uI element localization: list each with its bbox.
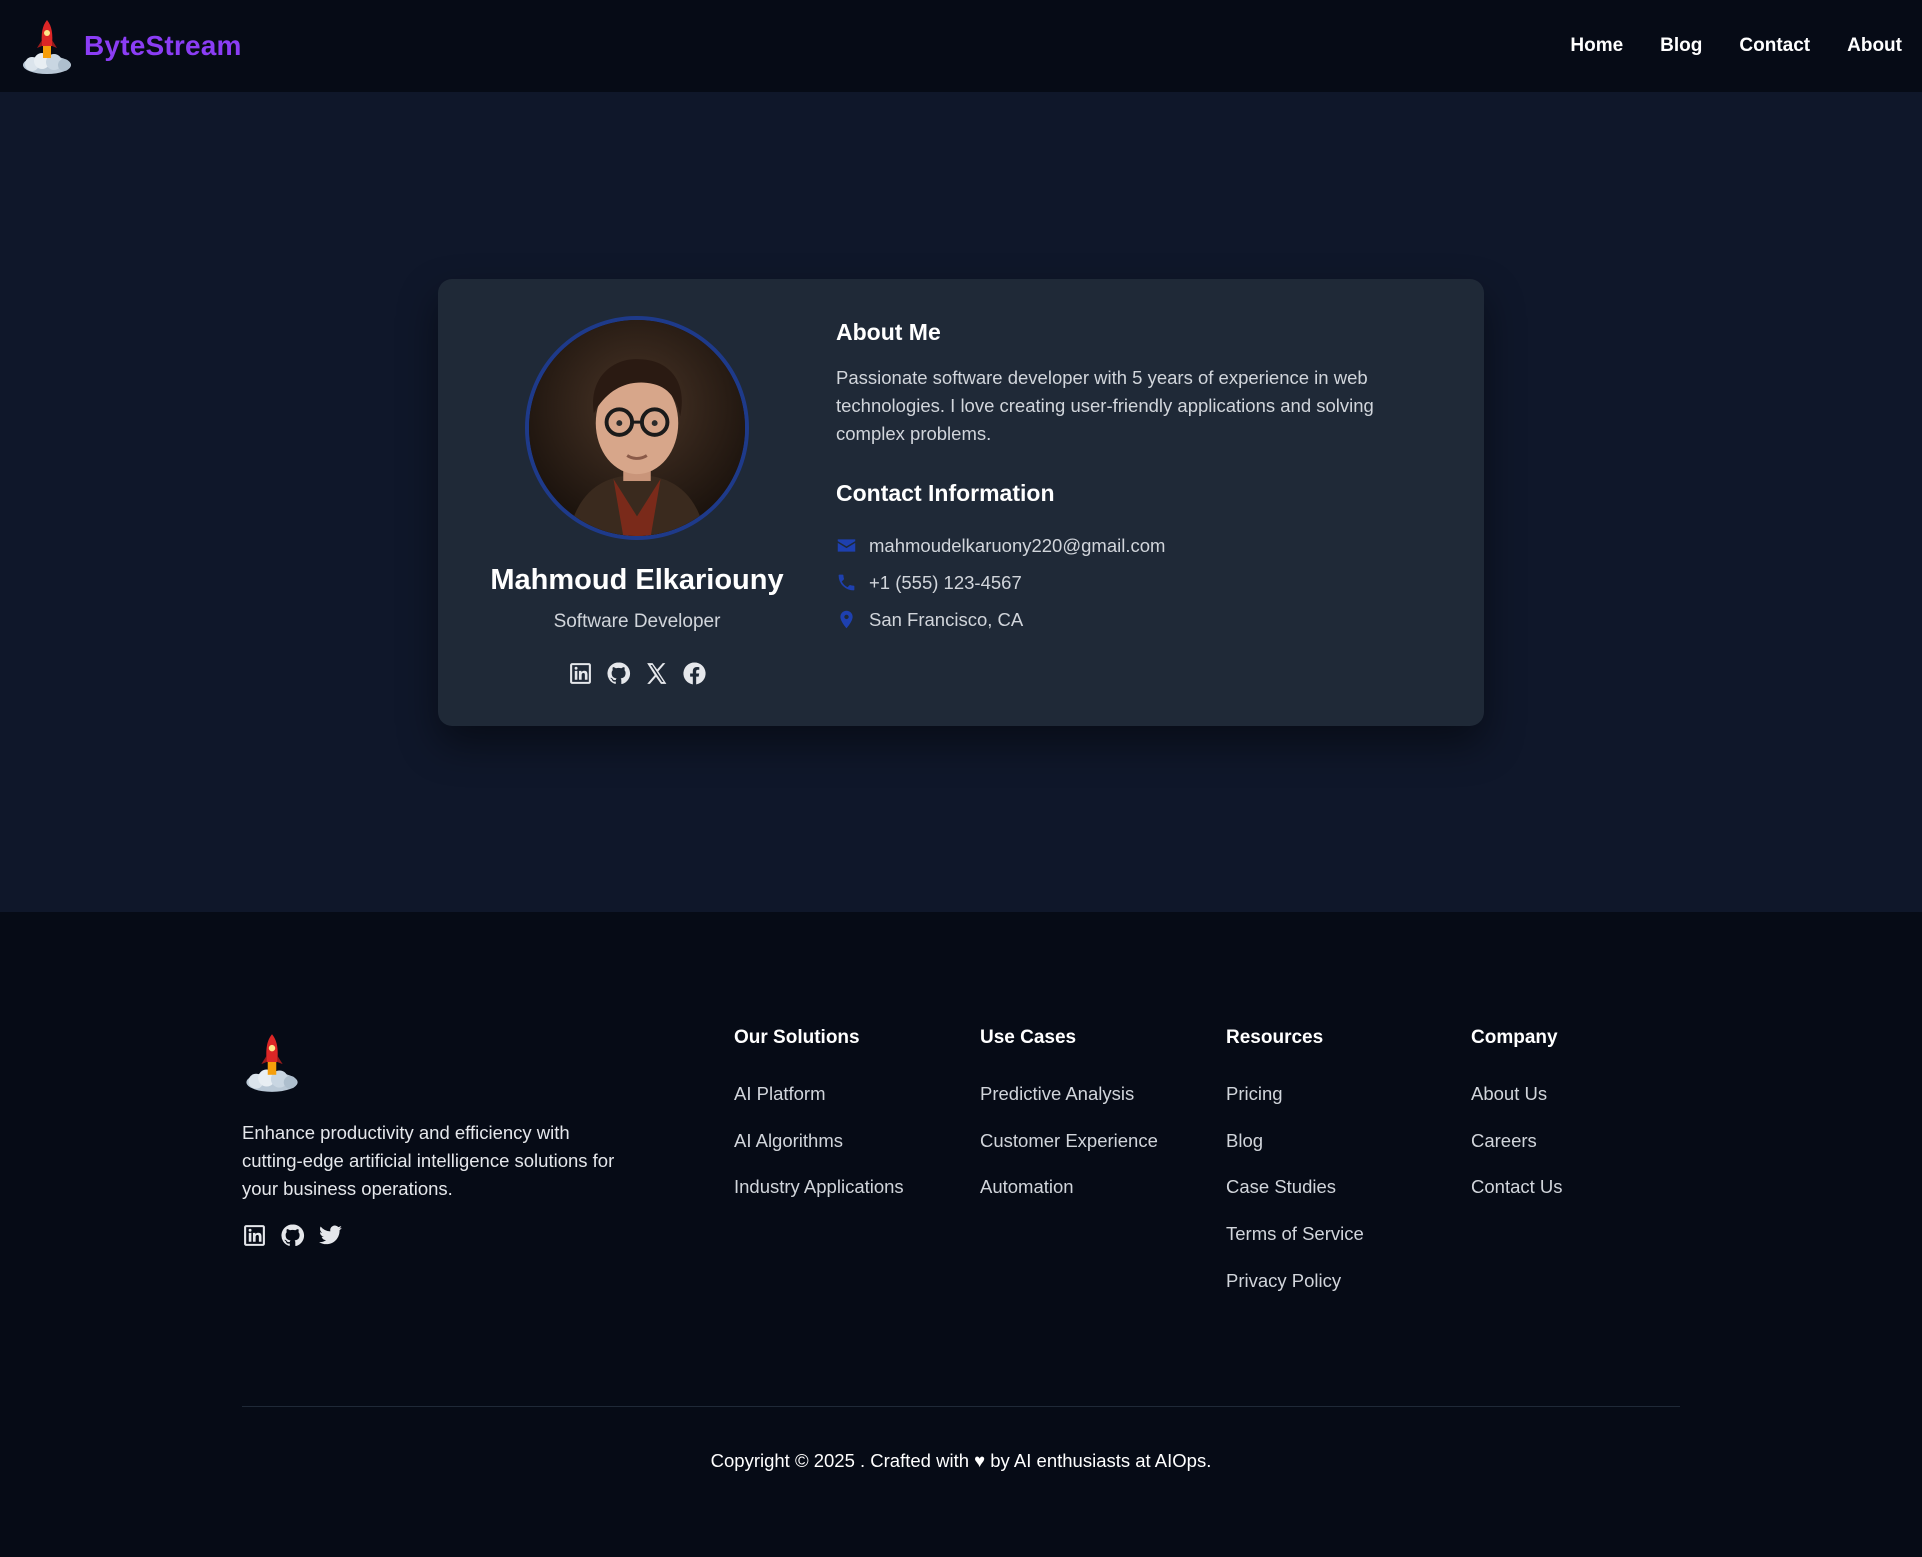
footer-col-title: Use Cases: [980, 1027, 1077, 1048]
twitter-icon[interactable]: [318, 1223, 343, 1248]
github-icon[interactable]: [280, 1223, 305, 1248]
contact-email-row[interactable]: mahmoudelkaruony220@gmail.com: [836, 527, 1394, 564]
footer-link[interactable]: AI Platform: [734, 1083, 904, 1130]
footer-social-links: [242, 1223, 622, 1248]
nav-blog[interactable]: Blog: [1660, 35, 1702, 57]
profile-summary: Mahmoud Elkariouny Software Developer: [438, 279, 836, 726]
main-nav: Home Blog Contact About: [1570, 35, 1902, 57]
footer-description: Enhance productivity and efficiency with…: [242, 1122, 615, 1199]
map-pin-icon: [836, 609, 857, 630]
footer-link[interactable]: Automation: [980, 1176, 1158, 1223]
github-icon[interactable]: [606, 661, 631, 686]
contact-location: San Francisco, CA: [869, 608, 1024, 630]
profile-name: Mahmoud Elkariouny: [490, 564, 784, 596]
about-title: About Me: [836, 319, 941, 345]
contact-title: Contact Information: [836, 480, 1055, 506]
brand-link[interactable]: ByteStream: [20, 16, 242, 76]
footer-col-solutions: Our Solutions AI Platform AI Algorithms …: [734, 1027, 904, 1223]
rocket-logo-icon[interactable]: [242, 1030, 302, 1094]
site-footer: Enhance productivity and efficiency with…: [0, 912, 1922, 1557]
footer-link[interactable]: Blog: [1226, 1130, 1364, 1177]
footer-divider: [242, 1406, 1680, 1407]
rocket-logo-icon: [23, 20, 71, 74]
footer-brand: Enhance productivity and efficiency with…: [242, 1030, 622, 1248]
footer-link[interactable]: Pricing: [1226, 1083, 1364, 1130]
footer-link[interactable]: Industry Applications: [734, 1176, 904, 1223]
profile-role: Software Developer: [553, 611, 721, 632]
nav-about[interactable]: About: [1847, 35, 1902, 57]
copyright-text: Copyright © 2025 . Crafted with ♥ by AI …: [710, 1450, 1212, 1471]
nav-contact[interactable]: Contact: [1739, 35, 1810, 57]
brand-name: ByteStream: [84, 30, 242, 61]
avatar: [525, 316, 749, 540]
footer-link[interactable]: Case Studies: [1226, 1176, 1364, 1223]
contact-list: mahmoudelkaruony220@gmail.com +1 (555) 1…: [836, 527, 1394, 638]
contact-phone[interactable]: +1 (555) 123-4567: [869, 572, 1022, 594]
contact-location-row: San Francisco, CA: [836, 601, 1394, 638]
contact-phone-row[interactable]: +1 (555) 123-4567: [836, 564, 1394, 601]
main-content: Mahmoud Elkariouny Software Developer Ab…: [0, 92, 1922, 912]
footer-col-title: Resources: [1226, 1027, 1324, 1048]
footer-link[interactable]: Customer Experience: [980, 1130, 1158, 1177]
footer-col-use-cases: Use Cases Predictive Analysis Customer E…: [980, 1027, 1158, 1223]
contact-email[interactable]: mahmoudelkaruony220@gmail.com: [869, 535, 1165, 557]
nav-home[interactable]: Home: [1570, 35, 1623, 57]
about-text: Passionate software developer with 5 yea…: [836, 367, 1374, 444]
facebook-icon[interactable]: [682, 661, 707, 686]
site-header: ByteStream Home Blog Contact About: [0, 0, 1922, 92]
footer-link[interactable]: Contact Us: [1471, 1176, 1563, 1223]
footer-link[interactable]: About Us: [1471, 1083, 1563, 1130]
footer-link[interactable]: Terms of Service: [1226, 1223, 1364, 1270]
footer-link[interactable]: Privacy Policy: [1226, 1270, 1364, 1317]
x-icon[interactable]: [644, 661, 669, 686]
footer-col-title: Our Solutions: [734, 1027, 860, 1048]
linkedin-icon[interactable]: [568, 661, 593, 686]
avatar-portrait: [529, 320, 745, 536]
phone-icon: [836, 572, 857, 593]
profile-card: Mahmoud Elkariouny Software Developer Ab…: [438, 279, 1484, 726]
envelope-icon: [836, 535, 857, 556]
linkedin-icon[interactable]: [242, 1223, 267, 1248]
footer-link[interactable]: AI Algorithms: [734, 1130, 904, 1177]
footer-col-title: Company: [1471, 1027, 1558, 1048]
profile-social-links: [568, 661, 707, 686]
footer-col-resources: Resources Pricing Blog Case Studies Term…: [1226, 1027, 1364, 1316]
footer-link[interactable]: Careers: [1471, 1130, 1563, 1177]
footer-link[interactable]: Predictive Analysis: [980, 1083, 1158, 1130]
footer-col-company: Company About Us Careers Contact Us: [1471, 1027, 1563, 1223]
profile-details: About Me Passionate software developer w…: [836, 279, 1484, 726]
